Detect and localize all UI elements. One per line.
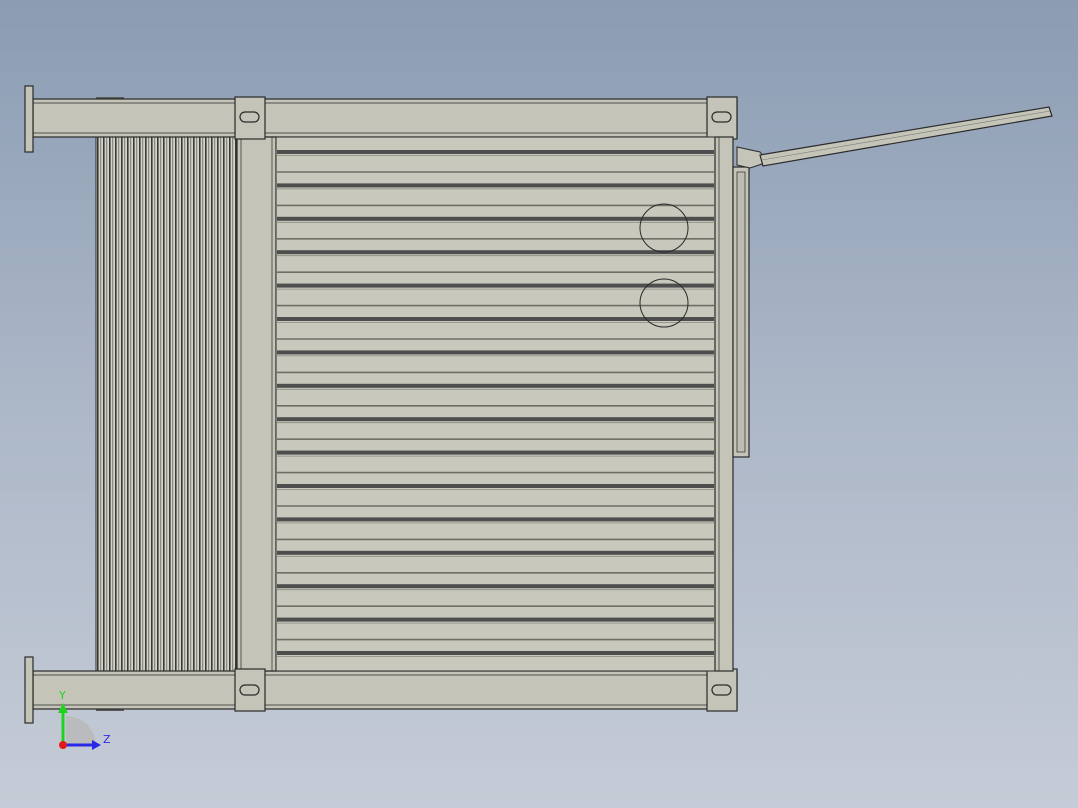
triad-plane — [66, 716, 96, 746]
louver-slot — [277, 450, 714, 455]
z-axis-arrowhead — [92, 740, 101, 750]
actuator-rod[interactable] — [759, 106, 1053, 167]
louver-slot — [277, 484, 714, 488]
louver-slot — [277, 550, 714, 555]
louver-slot — [277, 417, 714, 422]
top-left-flange[interactable] — [24, 85, 34, 153]
louver-slot — [277, 617, 714, 622]
corner-block-top-left[interactable] — [234, 96, 266, 140]
actuator-bracket[interactable] — [732, 146, 769, 458]
corner-block-top-right[interactable] — [706, 96, 738, 140]
louver-slot — [277, 584, 714, 589]
louver-slot — [277, 383, 714, 388]
bottom-left-flange[interactable] — [24, 656, 34, 724]
louver-slot — [277, 150, 714, 154]
louver-slot — [277, 517, 714, 522]
z-axis-label: Z — [103, 733, 111, 746]
x-axis-origin — [59, 741, 67, 749]
bottom-frame-beam[interactable] — [32, 670, 738, 710]
right-vertical-post[interactable] — [714, 136, 734, 672]
coordinate-triad — [58, 703, 101, 750]
louver-slot — [277, 350, 714, 355]
cad-model-view[interactable] — [0, 0, 1078, 808]
left-vertical-post[interactable] — [236, 136, 277, 672]
louver-slot — [277, 216, 714, 221]
louver-panel[interactable] — [275, 136, 716, 672]
louver-slot — [277, 651, 714, 655]
louver-slot — [277, 317, 714, 321]
top-frame-beam[interactable] — [32, 98, 738, 138]
louver-slot — [277, 250, 714, 255]
y-axis-label: Y — [59, 689, 66, 702]
corner-block-bottom-left[interactable] — [234, 668, 266, 712]
finned-coil[interactable] — [95, 97, 238, 711]
louver-slot — [277, 183, 714, 188]
corner-block-bottom-right[interactable] — [706, 668, 738, 712]
graphics-viewport[interactable]: Y Z — [0, 0, 1078, 808]
